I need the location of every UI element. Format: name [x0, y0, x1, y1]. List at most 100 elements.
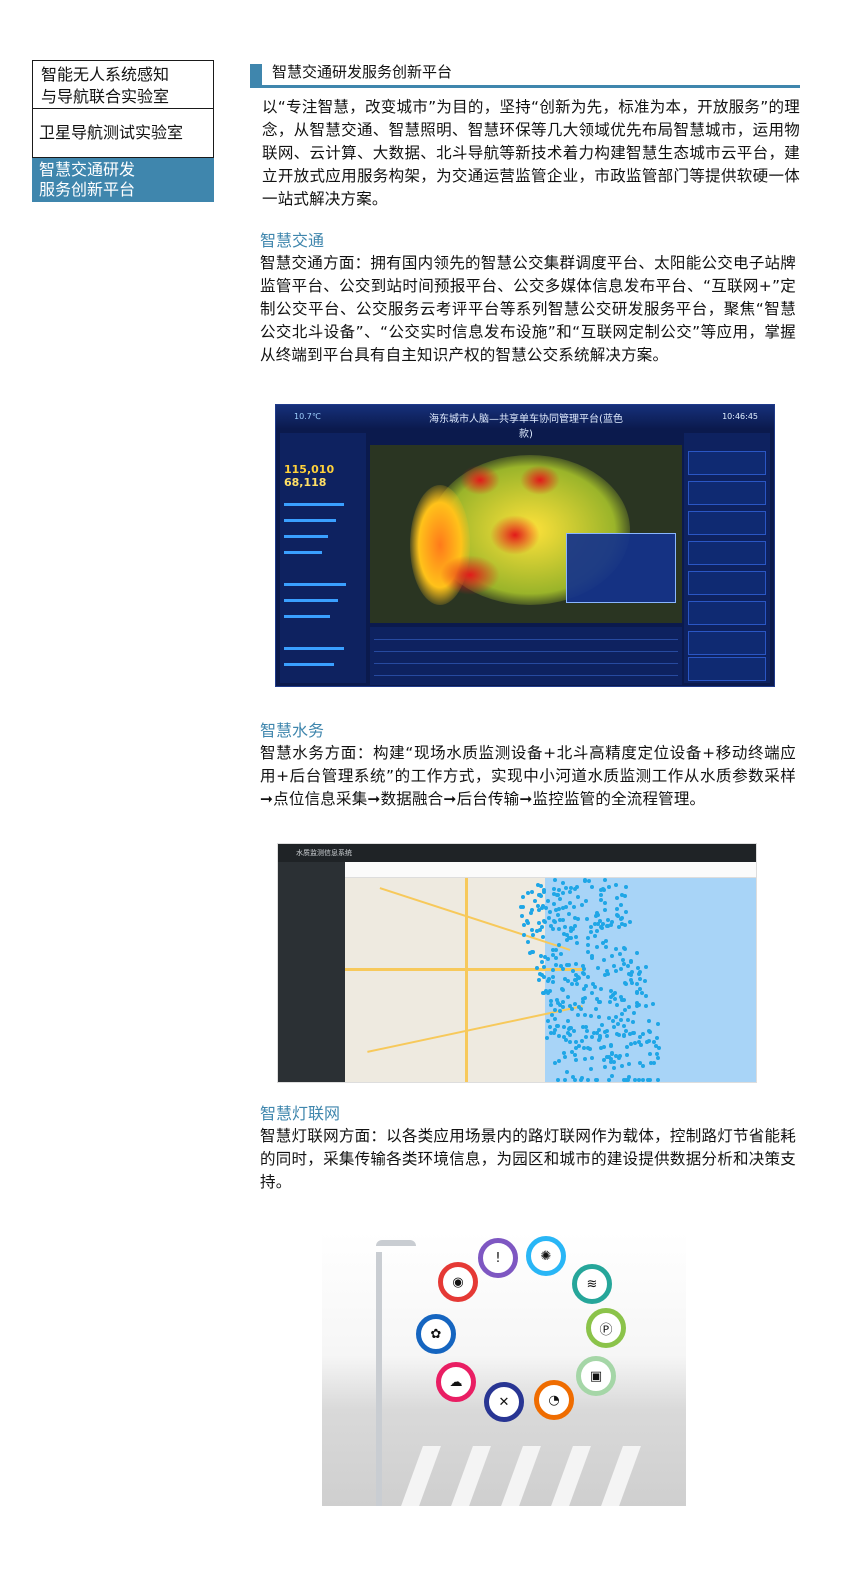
monitoring-point — [550, 975, 555, 980]
monitoring-point — [644, 993, 649, 998]
monitoring-point — [598, 1046, 603, 1051]
monitoring-point — [616, 1033, 621, 1038]
environment-icon: ✿ — [416, 1314, 456, 1354]
monitoring-point — [552, 1007, 557, 1012]
monitoring-point — [611, 1065, 616, 1070]
monitoring-point — [550, 947, 555, 952]
header-accent-mark — [250, 64, 262, 86]
monitoring-point — [575, 1012, 580, 1017]
monitoring-point — [631, 1030, 636, 1035]
monitoring-point — [588, 1067, 593, 1071]
monitoring-point — [628, 1042, 633, 1047]
monitoring-point — [547, 1025, 552, 1030]
alert-icon: ! — [478, 1238, 518, 1278]
sidebar-item-label: 智慧交通研发 — [39, 160, 136, 179]
monitoring-point — [546, 990, 551, 995]
intro-paragraph: 以“专注智慧，改变城市”为目的，坚持“创新为先，标准为本，开放服务”的理念，从智… — [262, 98, 800, 208]
monitoring-point — [645, 1078, 650, 1082]
monitoring-point — [537, 971, 542, 976]
monitoring-point — [561, 1035, 566, 1039]
streetlight-pole — [376, 1252, 382, 1506]
monitoring-point — [613, 1053, 618, 1058]
monitoring-point — [604, 1034, 609, 1039]
monitoring-point — [604, 1029, 609, 1034]
sidebar-item-label: 与导航联合实验室 — [41, 87, 170, 106]
monitoring-point — [567, 1004, 572, 1009]
monitoring-point — [555, 912, 560, 917]
monitoring-point — [540, 924, 545, 929]
dashboard-title: 海东城市人脑—共享单车协同管理平台(蓝色款) — [429, 414, 623, 440]
monitoring-point — [561, 1024, 566, 1029]
monitoring-point — [597, 999, 602, 1004]
sidebar-item-smart-traffic-platform[interactable]: 智慧交通研发 服务创新平台 — [32, 158, 214, 202]
parking-icon: Ⓟ — [586, 1308, 626, 1348]
section-title-smart-water: 智慧水务 — [260, 721, 325, 740]
dashboard-header: 10.7℃ 海东城市人脑—共享单车协同管理平台(蓝色款) 10:46:45 — [276, 405, 774, 440]
streetlight-arm — [376, 1240, 416, 1246]
monitoring-point — [564, 1070, 569, 1075]
page-header: 智慧交通研发服务创新平台 — [250, 62, 800, 88]
monitoring-point — [536, 893, 541, 898]
header-divider — [250, 85, 800, 88]
monitoring-point — [634, 951, 639, 956]
monitoring-point — [573, 1039, 578, 1044]
monitoring-point — [577, 1043, 582, 1048]
monitoring-point — [649, 1060, 654, 1065]
monitoring-point — [536, 978, 541, 983]
dashboard-right-panel — [684, 433, 770, 683]
monitoring-point — [542, 887, 547, 892]
dashboard-count: 115,010 68,118 — [284, 463, 335, 489]
monitoring-point — [561, 987, 566, 992]
monitoring-point — [637, 986, 642, 991]
monitoring-point — [589, 1034, 594, 1039]
monitoring-point — [655, 1022, 660, 1027]
wifi-icon: ≋ — [572, 1264, 612, 1304]
monitoring-point — [596, 921, 601, 926]
water-app-filter-bar — [345, 862, 756, 878]
sidebar-item-unmanned-systems-lab[interactable]: 智能无人系统感知 与导航联合实验室 — [32, 60, 214, 108]
monitoring-point — [576, 1005, 581, 1010]
sidebar-item-satellite-nav-lab[interactable]: 卫星导航测试实验室 — [32, 108, 214, 158]
monitoring-point — [555, 1078, 560, 1082]
monitoring-point — [636, 1078, 641, 1082]
monitoring-point — [625, 1052, 629, 1057]
monitoring-point — [573, 962, 578, 967]
monitoring-point — [583, 899, 588, 904]
monitoring-point — [520, 914, 525, 919]
monitoring-point — [531, 949, 536, 954]
monitoring-point — [570, 1074, 575, 1079]
dashboard-table — [370, 627, 682, 685]
monitoring-point — [614, 906, 619, 911]
monitoring-point — [633, 1040, 638, 1045]
monitoring-point — [647, 1030, 652, 1035]
sidebar-nav: 智能无人系统感知 与导航联合实验室 卫星导航测试实验室 智慧交通研发 服务创新平… — [32, 60, 214, 202]
monitoring-point — [550, 968, 555, 973]
monitoring-point — [574, 982, 579, 987]
dashboard-weather: 10.7℃ — [294, 412, 321, 421]
monitoring-point — [589, 1055, 594, 1060]
section-body-smart-traffic: 智慧交通方面：拥有国内领先的智慧公交集群调度平台、太阳能公交电子站牌监管平台、公… — [260, 254, 796, 364]
monitoring-point — [616, 924, 621, 929]
monitoring-point — [563, 905, 568, 910]
section-title-smart-light: 智慧灯联网 — [260, 1104, 341, 1123]
monitoring-point — [613, 1014, 618, 1019]
monitoring-point — [545, 1035, 550, 1040]
monitoring-point — [536, 920, 541, 925]
monitoring-point — [620, 957, 625, 962]
page-title: 智慧交通研发服务创新平台 — [272, 63, 453, 81]
monitoring-point — [575, 894, 580, 899]
monitoring-point — [549, 1012, 554, 1017]
monitoring-point — [566, 911, 571, 916]
water-app-title: 水质监测信息系统 — [296, 849, 352, 857]
monitoring-point — [586, 949, 591, 954]
monitoring-point — [579, 1076, 584, 1081]
section-title-smart-traffic: 智慧交通 — [260, 231, 325, 250]
monitoring-point — [562, 1055, 567, 1060]
dashboard-popup — [566, 533, 676, 603]
monitoring-point — [642, 978, 647, 983]
monitoring-point — [551, 886, 556, 891]
monitoring-point — [597, 1033, 602, 1038]
monitoring-point — [615, 1021, 620, 1026]
monitoring-point — [644, 1039, 649, 1044]
monitoring-point — [592, 984, 597, 989]
